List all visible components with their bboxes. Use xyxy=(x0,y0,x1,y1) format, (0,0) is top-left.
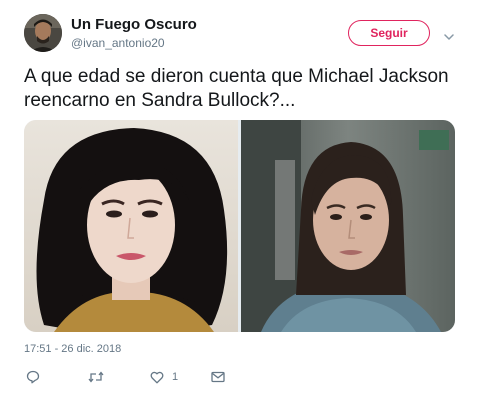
media-photo-right[interactable] xyxy=(241,120,455,332)
author-name[interactable]: Un Fuego Oscuro xyxy=(71,16,197,33)
tweet-actions: 1 xyxy=(24,368,264,386)
media-photo-left[interactable] xyxy=(24,120,238,332)
tweet-timestamp[interactable]: 17:51 - 26 dic. 2018 xyxy=(24,343,121,355)
envelope-icon xyxy=(211,371,225,383)
retweet-button[interactable] xyxy=(88,368,104,386)
chevron-down-icon[interactable] xyxy=(444,28,454,40)
tweet-text: A que edad se dieron cuenta que Michael … xyxy=(24,66,449,111)
follow-button[interactable]: Seguir xyxy=(348,20,430,46)
reply-button[interactable] xyxy=(26,368,40,386)
reply-icon xyxy=(26,370,40,384)
tweet-card: Un Fuego Oscuro @ivan_antonio20 Seguir A… xyxy=(0,0,477,400)
like-count: 1 xyxy=(172,371,179,383)
tweet-media[interactable] xyxy=(24,120,455,332)
avatar[interactable] xyxy=(24,14,62,52)
author-handle[interactable]: @ivan_antonio20 xyxy=(71,36,165,50)
direct-message-button[interactable] xyxy=(211,368,225,386)
like-button[interactable]: 1 xyxy=(150,368,178,386)
retweet-icon xyxy=(88,370,104,384)
heart-icon xyxy=(150,371,164,384)
